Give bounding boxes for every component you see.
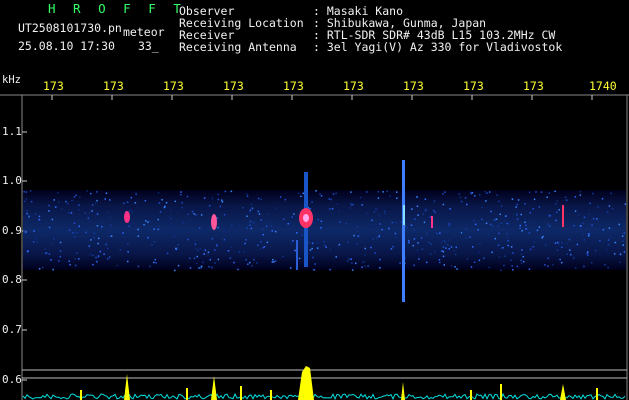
x-tick-label: 173 bbox=[403, 79, 424, 93]
peak-small-e bbox=[500, 384, 502, 400]
peak-small-d bbox=[470, 390, 472, 400]
y-tick-label: 0.8 bbox=[2, 273, 22, 286]
peak-small-f bbox=[596, 388, 598, 400]
noise-band bbox=[23, 190, 626, 270]
x-tick-label: 173 bbox=[103, 79, 124, 93]
echo-main-core bbox=[303, 214, 309, 222]
x-tick-label: 173 bbox=[223, 79, 244, 93]
peak-small-a bbox=[240, 386, 242, 400]
echo-faint bbox=[296, 240, 298, 270]
echo-center-left bbox=[211, 214, 217, 230]
x-tick-label: 173 bbox=[523, 79, 544, 93]
x-tick-label: 173 bbox=[283, 79, 304, 93]
unit-label: kHz bbox=[2, 74, 21, 86]
x-tick-label: 173 bbox=[163, 79, 184, 93]
peak-small-g bbox=[80, 390, 82, 400]
echo-mid-right bbox=[431, 216, 433, 228]
x-tick-label: 173 bbox=[43, 79, 64, 93]
echo-right bbox=[562, 205, 564, 227]
x-tick-marks bbox=[51, 95, 593, 100]
x-tick-label: 173 bbox=[463, 79, 484, 93]
echo-left bbox=[124, 211, 130, 223]
spectrogram-plot bbox=[0, 94, 629, 400]
y-tick-label: 0.7 bbox=[2, 323, 22, 336]
y-tick-label: 1.0 bbox=[2, 174, 22, 187]
echo-vertical-core bbox=[403, 205, 405, 225]
peak-small-b bbox=[270, 390, 272, 400]
y-tick-label: 0.9 bbox=[2, 224, 22, 237]
peak-main bbox=[298, 366, 314, 400]
y-tick-label: 1.1 bbox=[2, 125, 22, 138]
peak-vertical bbox=[401, 382, 405, 400]
x-tick-label: 1740 bbox=[589, 79, 617, 93]
peak-small-c bbox=[186, 388, 188, 400]
peak-center-left bbox=[211, 376, 217, 400]
peak-right bbox=[560, 384, 566, 400]
spectrum-noise-floor bbox=[22, 392, 626, 400]
echo-vertical-line bbox=[402, 160, 405, 302]
y-tick-label: 0.6 bbox=[2, 373, 22, 386]
x-tick-label: 173 bbox=[343, 79, 364, 93]
